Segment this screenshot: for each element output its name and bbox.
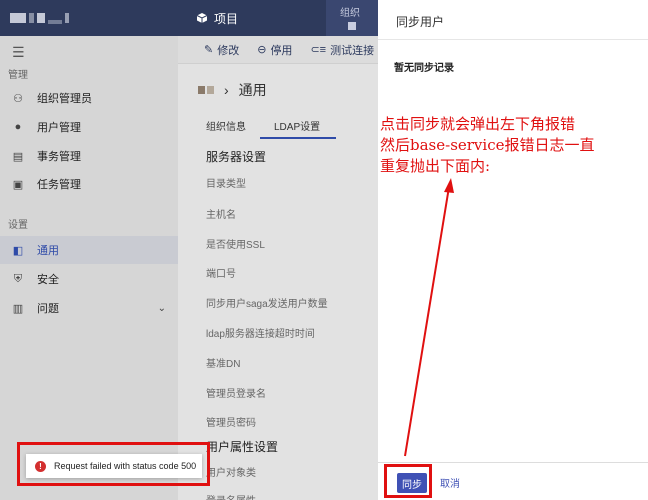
empty-sync-records: 暂无同步记录 [394, 63, 454, 74]
field-label: 登录名属性 [206, 492, 256, 500]
general-icon: ◧ [12, 244, 24, 257]
sidebar-item-label: 问题 [37, 303, 59, 315]
project-nav[interactable]: 项目 [178, 0, 326, 36]
task-icon: ▣ [12, 178, 24, 191]
disable-label: 停用 [270, 44, 293, 57]
chevron-right-icon: › [224, 82, 229, 98]
edit-button[interactable]: ✎ 修改 [204, 42, 239, 58]
sidebar-item-label: 任务管理 [37, 179, 81, 191]
test-icon: ⊂≡ [310, 44, 327, 56]
cancel-button[interactable]: 取消 [440, 475, 460, 490]
cube-icon [196, 13, 208, 23]
sidebar-item-label: 通用 [37, 245, 59, 257]
field-label: 是否使用SSL [206, 240, 265, 251]
test-label: 测试连接 [330, 44, 375, 57]
server-settings-title: 服务器设置 [206, 150, 267, 164]
org-logo [198, 86, 214, 94]
field-label: 管理员密码 [206, 418, 256, 429]
sidebar-item-label: 用户管理 [37, 122, 81, 134]
logo-part [37, 13, 45, 23]
sidebar-item-security[interactable]: ⛨ 安全 [0, 265, 178, 293]
people-icon: ⚇ [13, 92, 23, 105]
edit-label: 修改 [217, 44, 240, 57]
app-logo[interactable] [0, 0, 178, 36]
sidebar-item-user-manage[interactable]: ● 用户管理 [0, 113, 178, 141]
sidebar-item-label: 事务管理 [37, 151, 81, 163]
top-bar: 项目 组织 [0, 0, 378, 36]
shield-icon: ⛨ [13, 272, 23, 285]
sidebar: ☰ 管理 ⚇ 组织管理员 ● 用户管理 ▤ 事务管理 ▣ 任务管理 设置 ◧ 通… [0, 36, 178, 500]
highlight-box-sync [384, 464, 432, 498]
logo-part [65, 13, 69, 23]
org-avatar [348, 22, 356, 30]
sidebar-item-affairs[interactable]: ▤ 事务管理 [0, 142, 178, 170]
sidebar-section-manage: 管理 [8, 70, 28, 81]
sidebar-item-tasks[interactable]: ▣ 任务管理 [0, 170, 178, 198]
annotation-line: 然后base-service报错日志一直 [380, 136, 595, 154]
user-icon: ● [14, 121, 22, 133]
field-label: 管理员登录名 [206, 389, 266, 400]
highlight-box-toast [17, 442, 210, 486]
field-label: 目录类型 [206, 179, 246, 190]
sidebar-item-issues[interactable]: ▥ 问题 ⌄ [0, 294, 178, 322]
breadcrumb: › 通用 [198, 80, 267, 100]
logo-mark [10, 13, 26, 23]
field-label: 同步用户saga发送用户数量 [206, 299, 328, 310]
tab-org-info[interactable]: 组织信息 [206, 118, 246, 139]
panel-title: 同步用户 [378, 0, 648, 40]
logo-part [48, 20, 62, 24]
sync-users-panel: 同步用户 暂无同步记录 同步 取消 [378, 0, 648, 500]
tab-ldap-settings[interactable]: LDAP设置 [260, 118, 337, 139]
pencil-icon: ✎ [204, 44, 214, 56]
clipboard-icon: ▥ [12, 302, 24, 315]
sidebar-item-general[interactable]: ◧ 通用 [0, 236, 178, 264]
sidebar-item-label: 安全 [37, 274, 59, 286]
disable-button[interactable]: ⊖ 停用 [257, 42, 292, 58]
field-label: 用户对象类 [206, 468, 256, 479]
disable-icon: ⊖ [257, 44, 267, 56]
main-content: ✎ 修改 ⊖ 停用 ⊂≡ 测试连接 › 通用 组织信息 LDAP设置 服务器设置… [178, 36, 378, 500]
hamburger-icon[interactable]: ☰ [12, 44, 25, 61]
document-icon: ▤ [12, 150, 24, 163]
toolbar: ✎ 修改 ⊖ 停用 ⊂≡ 测试连接 [178, 36, 378, 64]
page-title: 通用 [238, 82, 267, 98]
tab-bar: 组织信息 LDAP设置 [206, 118, 337, 139]
org-switcher[interactable]: 组织 [326, 0, 378, 36]
test-connection-button[interactable]: ⊂≡ 测试连接 [310, 42, 374, 58]
field-label: 基准DN [206, 359, 241, 370]
project-label: 项目 [214, 11, 239, 26]
user-attributes-title: 用户属性设置 [206, 440, 279, 454]
field-label: ldap服务器连接超时时间 [206, 329, 315, 340]
annotation-line: 重复抛出下面内: [380, 157, 491, 175]
sidebar-item-org-admin[interactable]: ⚇ 组织管理员 [0, 84, 178, 112]
chevron-down-icon: ⌄ [157, 302, 166, 314]
field-label: 主机名 [206, 210, 236, 221]
annotation-text: 点击同步就会弹出左下角报错 然后base-service报错日志一直 重复抛出下… [380, 114, 642, 177]
annotation-line: 点击同步就会弹出左下角报错 [380, 115, 576, 133]
logo-part [29, 13, 34, 23]
sidebar-section-settings: 设置 [8, 220, 28, 231]
sidebar-item-label: 组织管理员 [37, 93, 92, 105]
field-label: 端口号 [206, 269, 236, 280]
org-label: 组织 [340, 8, 360, 19]
